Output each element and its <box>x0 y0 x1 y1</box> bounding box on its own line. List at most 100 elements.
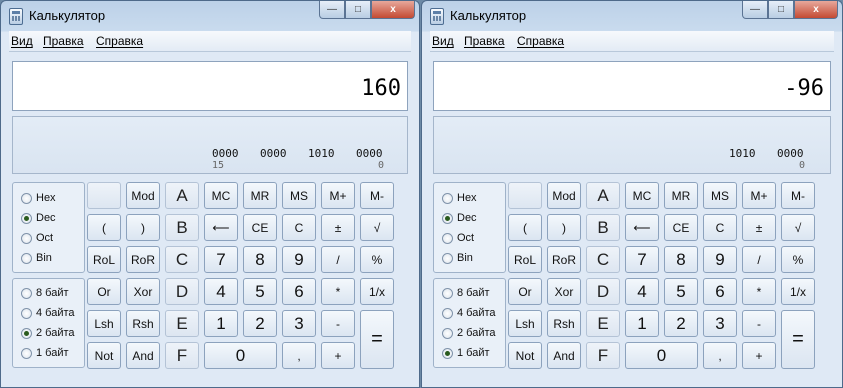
radio-hex[interactable]: Hex <box>21 192 56 204</box>
percent-button[interactable]: % <box>360 246 394 273</box>
radio-size-3[interactable]: 1 байт <box>21 347 69 359</box>
9-button[interactable]: 9 <box>282 246 316 273</box>
7-button[interactable]: 7 <box>625 246 659 273</box>
2-button[interactable]: 2 <box>243 310 277 337</box>
mod-button[interactable]: Mod <box>126 182 160 209</box>
menu-view[interactable]: Вид <box>432 34 454 48</box>
ce-button[interactable]: CE <box>243 214 277 241</box>
ror-button[interactable]: RoR <box>126 246 160 273</box>
and-button[interactable]: And <box>126 342 160 369</box>
radio-size-0[interactable]: 8 байт <box>442 287 490 299</box>
maximize-button[interactable]: □ <box>768 1 794 19</box>
2-button[interactable]: 2 <box>664 310 698 337</box>
9-button[interactable]: 9 <box>703 246 737 273</box>
plus-minus-button[interactable]: ± <box>742 214 776 241</box>
blank-button[interactable] <box>87 182 121 209</box>
equals-button[interactable]: = <box>360 310 394 369</box>
0-button[interactable]: 0 <box>625 342 698 369</box>
decimal-comma-button[interactable]: , <box>282 342 316 369</box>
mc-button[interactable]: MC <box>204 182 238 209</box>
xor-button[interactable]: Xor <box>547 278 581 305</box>
lsh-button[interactable]: Lsh <box>508 310 542 337</box>
percent-button[interactable]: % <box>781 246 815 273</box>
1-button[interactable]: 1 <box>204 310 238 337</box>
backspace-button[interactable]: ⟵ <box>204 214 238 241</box>
plus-button[interactable]: + <box>742 342 776 369</box>
radio-size-2[interactable]: 2 байта <box>21 327 75 339</box>
m--button[interactable]: M+ <box>321 182 355 209</box>
radio-bin[interactable]: Bin <box>21 252 52 264</box>
and-button[interactable]: And <box>547 342 581 369</box>
not-button[interactable]: Not <box>87 342 121 369</box>
8-button[interactable]: 8 <box>664 246 698 273</box>
radio-size-3[interactable]: 1 байт <box>442 347 490 359</box>
m--button[interactable]: M+ <box>742 182 776 209</box>
minimize-button[interactable]: — <box>319 1 345 19</box>
radio-size-1[interactable]: 4 байта <box>21 307 75 319</box>
or-button[interactable]: Or <box>508 278 542 305</box>
radio-hex[interactable]: Hex <box>442 192 477 204</box>
radio-size-1[interactable]: 4 байта <box>442 307 496 319</box>
mc-button[interactable]: MC <box>625 182 659 209</box>
rsh-button[interactable]: Rsh <box>126 310 160 337</box>
plus-button[interactable]: + <box>321 342 355 369</box>
radio-size-0[interactable]: 8 байт <box>21 287 69 299</box>
menu-help[interactable]: Справка <box>517 34 564 48</box>
--button[interactable]: ) <box>547 214 581 241</box>
close-button[interactable]: x <box>794 1 838 19</box>
--button[interactable]: ( <box>87 214 121 241</box>
ms-button[interactable]: MS <box>703 182 737 209</box>
mr-button[interactable]: MR <box>243 182 277 209</box>
c-button[interactable]: C <box>703 214 737 241</box>
mr-button[interactable]: MR <box>664 182 698 209</box>
rsh-button[interactable]: Rsh <box>547 310 581 337</box>
6-button[interactable]: 6 <box>282 278 316 305</box>
sqrt-button[interactable]: √ <box>781 214 815 241</box>
plus-minus-button[interactable]: ± <box>321 214 355 241</box>
mod-button[interactable]: Mod <box>547 182 581 209</box>
multiply-button[interactable]: * <box>321 278 355 305</box>
minus-button[interactable]: - <box>742 310 776 337</box>
m--button[interactable]: M- <box>781 182 815 209</box>
divide-button[interactable]: / <box>321 246 355 273</box>
xor-button[interactable]: Xor <box>126 278 160 305</box>
reciprocal-button[interactable]: 1/x <box>781 278 815 305</box>
5-button[interactable]: 5 <box>243 278 277 305</box>
menu-view[interactable]: Вид <box>11 34 33 48</box>
--button[interactable]: ( <box>508 214 542 241</box>
maximize-button[interactable]: □ <box>345 1 371 19</box>
menu-help[interactable]: Справка <box>96 34 143 48</box>
not-button[interactable]: Not <box>508 342 542 369</box>
radio-oct[interactable]: Oct <box>21 232 53 244</box>
ror-button[interactable]: RoR <box>547 246 581 273</box>
c-button[interactable]: C <box>282 214 316 241</box>
8-button[interactable]: 8 <box>243 246 277 273</box>
6-button[interactable]: 6 <box>703 278 737 305</box>
multiply-button[interactable]: * <box>742 278 776 305</box>
or-button[interactable]: Or <box>87 278 121 305</box>
blank-button[interactable] <box>508 182 542 209</box>
divide-button[interactable]: / <box>742 246 776 273</box>
radio-dec[interactable]: Dec <box>442 212 477 224</box>
m--button[interactable]: M- <box>360 182 394 209</box>
minus-button[interactable]: - <box>321 310 355 337</box>
ce-button[interactable]: CE <box>664 214 698 241</box>
radio-oct[interactable]: Oct <box>442 232 474 244</box>
3-button[interactable]: 3 <box>703 310 737 337</box>
4-button[interactable]: 4 <box>204 278 238 305</box>
ms-button[interactable]: MS <box>282 182 316 209</box>
5-button[interactable]: 5 <box>664 278 698 305</box>
equals-button[interactable]: = <box>781 310 815 369</box>
1-button[interactable]: 1 <box>625 310 659 337</box>
close-button[interactable]: x <box>371 1 415 19</box>
menu-edit[interactable]: Правка <box>464 34 505 48</box>
radio-dec[interactable]: Dec <box>21 212 56 224</box>
sqrt-button[interactable]: √ <box>360 214 394 241</box>
minimize-button[interactable]: — <box>742 1 768 19</box>
--button[interactable]: ) <box>126 214 160 241</box>
0-button[interactable]: 0 <box>204 342 277 369</box>
radio-bin[interactable]: Bin <box>442 252 473 264</box>
backspace-button[interactable]: ⟵ <box>625 214 659 241</box>
lsh-button[interactable]: Lsh <box>87 310 121 337</box>
rol-button[interactable]: RoL <box>508 246 542 273</box>
